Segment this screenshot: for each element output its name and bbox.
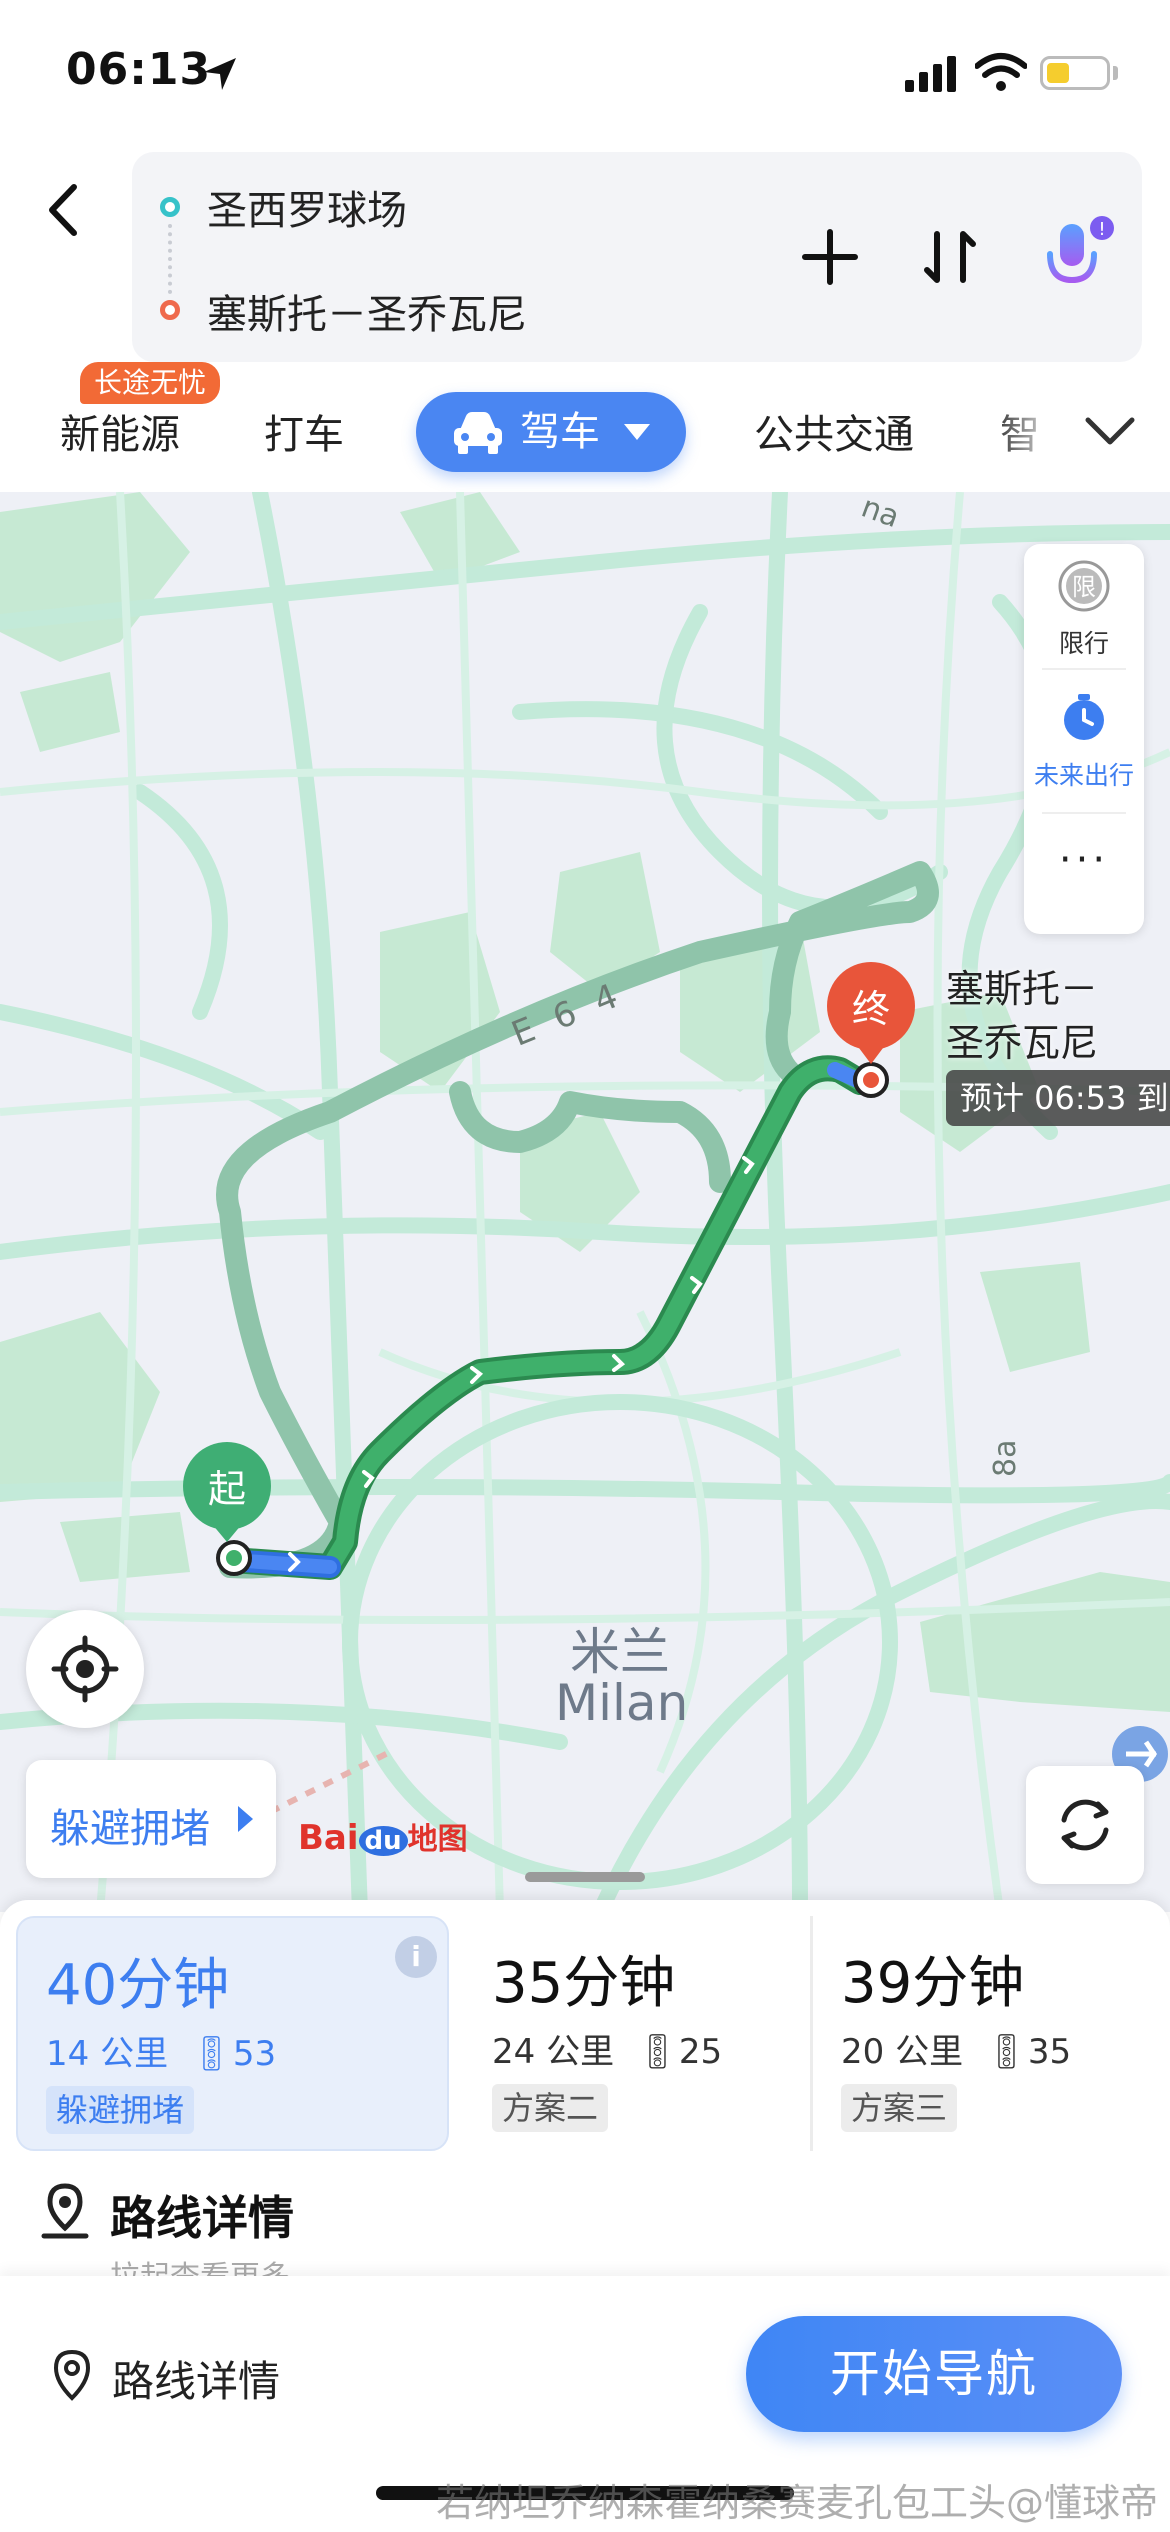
traffic-light-icon: 🚦︎ bbox=[984, 2032, 1028, 2072]
more-icon: ··· bbox=[1058, 837, 1110, 883]
plan-meta: 24 公里 🚦︎25 bbox=[492, 2032, 723, 2072]
swap-icon[interactable] bbox=[915, 222, 985, 292]
watermark-text: 若纳坦乔纳森霍纳桑赛麦孔包工头@懂球帝 bbox=[436, 2481, 1159, 2525]
end-marker-label: 终 bbox=[852, 987, 890, 1031]
avoid-congestion-label: 躲避拥堵 bbox=[50, 1806, 210, 1852]
car-icon bbox=[454, 412, 502, 454]
start-point-dot bbox=[160, 197, 180, 217]
chevron-down-icon[interactable] bbox=[1080, 406, 1140, 456]
restriction-label: 限行 bbox=[1058, 629, 1109, 658]
plan-duration: 35分钟 bbox=[492, 1951, 676, 2016]
eta-tag: 预计 06:53 到达 bbox=[946, 1070, 1170, 1126]
long-trip-badge: 长途无忧 bbox=[80, 362, 221, 404]
status-time: 06:13 bbox=[66, 44, 212, 95]
baidu-logo: Bai du 地图 bbox=[298, 1818, 468, 1858]
route-pin-icon bbox=[41, 2183, 89, 2239]
plan-duration: 40分钟 bbox=[46, 1953, 230, 2018]
tab-new-energy[interactable]: 新能源 bbox=[60, 402, 180, 460]
plan-tag: 方案二 bbox=[492, 2084, 609, 2132]
caret-right-icon bbox=[238, 1806, 253, 1832]
traffic-light-icon: 🚦︎ bbox=[189, 2034, 233, 2074]
plan-tag: 方案三 bbox=[841, 2084, 958, 2132]
route-details-button[interactable]: 路线详情 bbox=[112, 2348, 280, 2409]
start-marker-label: 起 bbox=[208, 1467, 246, 1511]
tab-drive-label: 驾车 bbox=[520, 409, 600, 455]
route-plan-2[interactable]: 35分钟 24 公里 🚦︎25 方案二 bbox=[464, 1916, 804, 2151]
start-navigation-button[interactable]: 开始导航 bbox=[746, 2316, 1122, 2432]
transport-mode-tabs: 长途无忧 新能源 打车 驾车 公共交通 智 bbox=[0, 362, 1170, 492]
traffic-light-icon: 🚦︎ bbox=[635, 2032, 679, 2072]
city-name-en: Milan bbox=[555, 1674, 689, 1732]
svg-text:限: 限 bbox=[1072, 573, 1096, 601]
map-view[interactable]: 起 终 E 6 4 8a na 限 限行 未来出行 ··· 塞斯托－ 圣乔瓦尼 … bbox=[0, 492, 1170, 1912]
microphone-icon[interactable]: ! bbox=[1030, 214, 1120, 304]
restriction-icon: 限 bbox=[1058, 560, 1110, 612]
traffic-restriction-button[interactable]: 限 限行 bbox=[1024, 558, 1144, 660]
map-tools-panel: 限 限行 未来出行 ··· bbox=[1024, 544, 1144, 934]
plan-meta: 20 公里 🚦︎35 bbox=[841, 2032, 1072, 2072]
svg-text:!: ! bbox=[1098, 219, 1105, 240]
destination-label: 塞斯托－ 圣乔瓦尼 bbox=[946, 967, 1099, 1065]
location-pin-icon bbox=[53, 2349, 91, 2401]
plan-meta: 14 公里 🚦︎53 bbox=[46, 2034, 277, 2074]
future-trip-button[interactable]: 未来出行 bbox=[1024, 690, 1144, 792]
action-bar: 路线详情 开始导航 若纳坦乔纳森霍纳桑赛麦孔包工头@懂球帝 bbox=[0, 2276, 1170, 2532]
chevron-left-icon[interactable] bbox=[30, 175, 100, 245]
road-label-8a: 8a bbox=[988, 1440, 1023, 1477]
plan-tag: 躲避拥堵 bbox=[46, 2086, 195, 2134]
wifi-icon bbox=[975, 53, 1027, 91]
road-label-na: na bbox=[857, 492, 904, 535]
locate-me-button[interactable] bbox=[26, 1610, 144, 1728]
refresh-route-button[interactable] bbox=[1026, 1766, 1144, 1884]
tab-taxi[interactable]: 打车 bbox=[264, 402, 344, 460]
more-tools-button[interactable]: ··· bbox=[1024, 840, 1144, 880]
route-plan-3[interactable]: 39分钟 20 公里 🚦︎35 方案三 bbox=[810, 1916, 1150, 2151]
route-details-title[interactable]: 路线详情 bbox=[110, 2182, 294, 2248]
avoid-congestion-button[interactable]: 躲避拥堵 bbox=[26, 1760, 276, 1878]
future-trip-label: 未来出行 bbox=[1033, 761, 1134, 790]
plus-icon[interactable] bbox=[795, 222, 865, 292]
refresh-icon bbox=[1061, 1799, 1109, 1851]
origin-field[interactable]: 圣西罗球场 bbox=[207, 178, 407, 236]
info-icon[interactable]: i bbox=[395, 1936, 437, 1978]
clock-icon bbox=[1064, 694, 1104, 740]
caret-down-icon bbox=[624, 424, 650, 440]
sheet-drag-handle[interactable] bbox=[525, 1872, 645, 1882]
tab-drive[interactable]: 驾车 bbox=[416, 392, 686, 472]
battery-icon bbox=[1040, 56, 1110, 90]
end-point-dot bbox=[160, 300, 180, 320]
plan-duration: 39分钟 bbox=[841, 1951, 1025, 2016]
crosshair-icon bbox=[51, 1635, 119, 1703]
road-label-e64: E 6 4 bbox=[506, 974, 629, 1055]
tab-public-transit[interactable]: 公共交通 bbox=[754, 402, 914, 460]
cellular-signal-icon bbox=[905, 56, 956, 92]
destination-field[interactable]: 塞斯托－圣乔瓦尼 bbox=[207, 282, 527, 340]
location-arrow-icon bbox=[204, 58, 236, 90]
route-details-hint: 拉起查看更多 bbox=[110, 2252, 290, 2276]
route-plan-1[interactable]: 40分钟 i 14 公里 🚦︎53 躲避拥堵 bbox=[16, 1916, 449, 2151]
status-bar: 06:13 bbox=[0, 0, 1170, 150]
